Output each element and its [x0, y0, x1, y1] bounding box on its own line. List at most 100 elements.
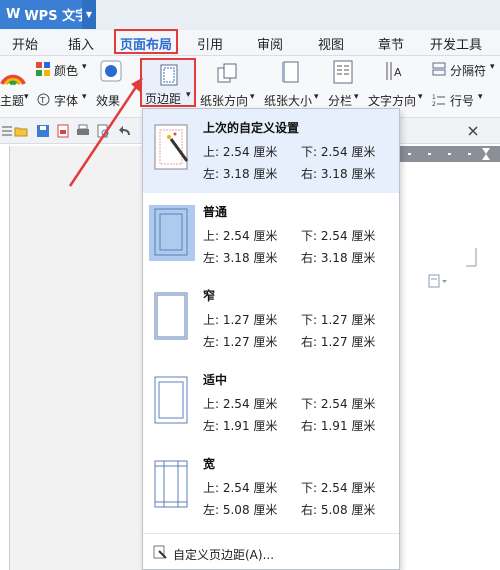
option-top-value: 上: 1.27 厘米	[203, 313, 278, 327]
option-bottom-value: 下: 2.54 厘米	[301, 481, 376, 495]
columns-button[interactable]: 分栏	[328, 92, 352, 109]
size-caret-icon[interactable]: ▾	[314, 92, 319, 102]
font-button[interactable]: 字体	[54, 92, 78, 109]
svg-text:2: 2	[432, 101, 436, 107]
custom-margins-icon	[153, 545, 167, 559]
horizontal-ruler	[398, 146, 500, 162]
menu-tabs: 开始 插入 页面布局 引用 审阅 视图 章节 开发工具	[0, 30, 500, 56]
font-icon: T	[37, 93, 50, 106]
export-pdf-icon[interactable]	[56, 124, 70, 138]
color-caret-icon[interactable]: ▾	[82, 62, 87, 72]
ruler-ticks	[408, 148, 490, 160]
text-direction-icon: A	[386, 62, 402, 80]
custom-margins-label: 自定义页边距(A)...	[173, 548, 275, 562]
orientation-caret-icon[interactable]: ▾	[250, 92, 255, 102]
effect-button[interactable]: 效果	[96, 92, 120, 109]
paper-size-icon	[282, 61, 299, 83]
tab-insert[interactable]: 插入	[68, 34, 94, 54]
save-icon[interactable]	[36, 124, 50, 138]
paste-options-icon[interactable]	[428, 274, 448, 288]
orientation-icon	[217, 63, 237, 83]
option-bottom-value: 下: 2.54 厘米	[301, 397, 376, 411]
open-folder-icon[interactable]	[14, 124, 28, 138]
option-title: 宽	[203, 457, 216, 471]
margins-button[interactable]: 页边距 ▾	[140, 58, 196, 107]
option-top-value: 上: 2.54 厘米	[203, 145, 278, 159]
tab-developer[interactable]: 开发工具	[430, 34, 482, 54]
document-page[interactable]	[398, 162, 500, 570]
option-left-value: 左: 3.18 厘米	[203, 167, 278, 181]
tab-review[interactable]: 审阅	[257, 34, 283, 54]
color-button[interactable]: 颜色	[54, 62, 78, 79]
tab-home[interactable]: 开始	[12, 34, 38, 54]
option-top-value: 上: 2.54 厘米	[203, 481, 278, 495]
margins-dropdown: 上次的自定义设置 上: 2.54 厘米 下: 2.54 厘米 左: 3.18 厘…	[142, 108, 400, 570]
print-preview-icon[interactable]	[96, 124, 110, 138]
margin-option-moderate[interactable]: 适中 上: 2.54 厘米 下: 2.54 厘米 左: 1.91 厘米 右: 1…	[143, 361, 399, 445]
option-right-value: 右: 5.08 厘米	[301, 503, 376, 517]
margin-option-wide[interactable]: 宽 上: 2.54 厘米 下: 2.54 厘米 左: 5.08 厘米 右: 5.…	[143, 445, 399, 529]
theme-rainbow-icon[interactable]	[0, 60, 26, 86]
undo-icon[interactable]	[118, 124, 132, 138]
effect-icon[interactable]	[100, 60, 122, 82]
columns-caret-icon[interactable]: ▾	[354, 92, 359, 102]
svg-text:A: A	[394, 66, 402, 79]
theme-caret-icon[interactable]: ▾	[24, 92, 29, 102]
svg-text:T: T	[39, 96, 45, 105]
size-button[interactable]: 纸张大小	[264, 92, 312, 109]
option-top-value: 上: 2.54 厘米	[203, 229, 278, 243]
separator-button[interactable]: 分隔符	[450, 62, 486, 79]
text-direction-button[interactable]: 文字方向	[368, 92, 416, 109]
close-tab-icon[interactable]	[468, 126, 478, 136]
narrow-margin-icon	[154, 292, 188, 340]
app-menu-caret-icon[interactable]: ▼	[82, 0, 96, 29]
option-left-value: 左: 3.18 厘米	[203, 251, 278, 265]
page-margins-icon	[160, 64, 178, 86]
tab-view[interactable]: 视图	[318, 34, 344, 54]
normal-margin-icon	[149, 205, 195, 261]
columns-icon	[333, 60, 353, 84]
tab-highlight-box	[114, 29, 178, 54]
option-title: 普通	[203, 205, 228, 219]
separator-icon	[432, 62, 446, 76]
wps-logo-icon: W	[6, 7, 21, 22]
wide-margin-icon	[154, 460, 188, 508]
print-icon[interactable]	[76, 124, 90, 138]
custom-margins-item[interactable]: 自定义页边距(A)...	[143, 533, 399, 569]
theme-button[interactable]: 主题	[0, 92, 24, 109]
tab-section[interactable]: 章节	[378, 34, 404, 54]
option-bottom-value: 下: 1.27 厘米	[301, 313, 376, 327]
margin-option-narrow[interactable]: 窄 上: 1.27 厘米 下: 1.27 厘米 左: 1.27 厘米 右: 1.…	[143, 277, 399, 361]
last-custom-margin-icon	[154, 124, 189, 170]
svg-text:1: 1	[432, 94, 436, 101]
app-menu-button[interactable]: W WPS 文字 ▼	[0, 0, 96, 29]
option-title: 适中	[203, 373, 228, 387]
option-right-value: 右: 3.18 厘米	[301, 251, 376, 265]
option-left-value: 左: 1.27 厘米	[203, 335, 278, 349]
page-corner-marks	[466, 248, 477, 267]
color-palette-icon	[36, 62, 50, 76]
orientation-button[interactable]: 纸张方向	[200, 92, 248, 109]
margin-option-last-custom[interactable]: 上次的自定义设置 上: 2.54 厘米 下: 2.54 厘米 左: 3.18 厘…	[143, 109, 399, 193]
option-left-value: 左: 5.08 厘米	[203, 503, 278, 517]
option-left-value: 左: 1.91 厘米	[203, 419, 278, 433]
wps-window: W WPS 文字 ▼ 开始 插入 页面布局 引用 审阅 视图 章节 开发工具 颜…	[0, 0, 500, 570]
option-right-value: 右: 3.18 厘米	[301, 167, 376, 181]
option-title: 窄	[203, 289, 216, 303]
line-number-icon: 1 2	[432, 94, 445, 107]
text-direction-caret-icon[interactable]: ▾	[418, 92, 423, 102]
option-top-value: 上: 2.54 厘米	[203, 397, 278, 411]
separator-caret-icon[interactable]: ▾	[490, 62, 495, 72]
option-right-value: 右: 1.91 厘米	[301, 419, 376, 433]
app-title: WPS 文字	[24, 9, 89, 24]
tab-references[interactable]: 引用	[197, 34, 223, 54]
margin-option-normal[interactable]: 普通 上: 2.54 厘米 下: 2.54 厘米 左: 3.18 厘米 右: 3…	[143, 193, 399, 277]
font-caret-icon[interactable]: ▾	[82, 92, 87, 102]
line-number-caret-icon[interactable]: ▾	[478, 92, 483, 102]
option-bottom-value: 下: 2.54 厘米	[301, 145, 376, 159]
margins-caret-icon: ▾	[186, 90, 191, 100]
line-number-button[interactable]: 行号	[450, 92, 474, 109]
option-right-value: 右: 1.27 厘米	[301, 335, 376, 349]
title-bar: W WPS 文字 ▼	[0, 0, 500, 30]
margins-label: 页边距	[145, 92, 182, 106]
